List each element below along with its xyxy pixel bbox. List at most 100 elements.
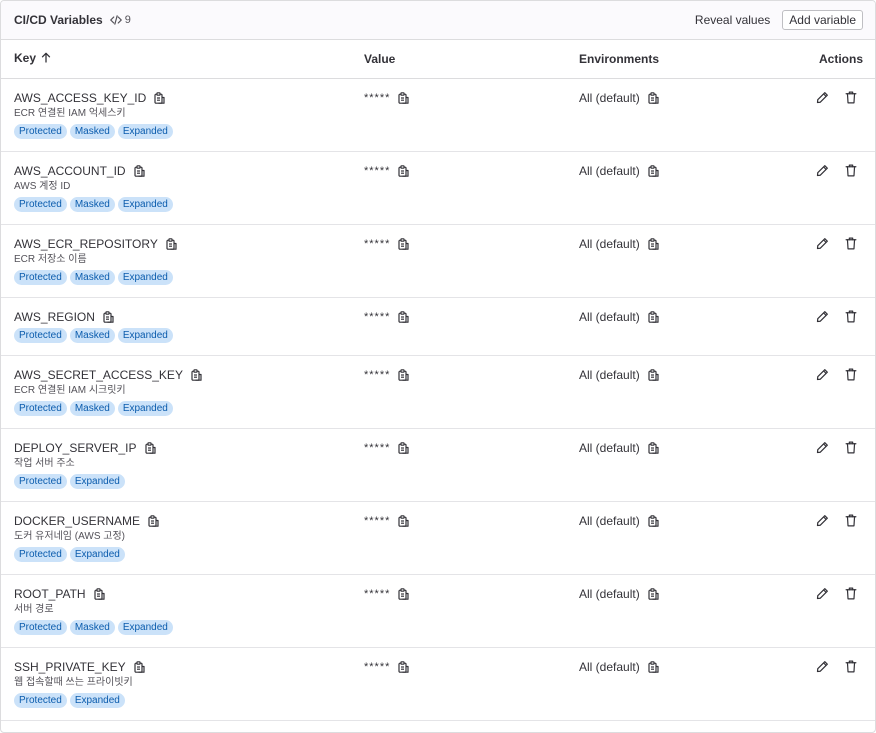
badge-expanded: Expanded xyxy=(117,400,173,416)
cell-value: ***** xyxy=(364,78,579,152)
copy-value-icon[interactable] xyxy=(398,587,410,600)
copy-environment-icon[interactable] xyxy=(648,237,659,250)
table-row: DOCKER_USERNAME 도커 유저네임 (AWS 고정) Protect… xyxy=(1,501,875,575)
add-variable-button[interactable]: Add variable xyxy=(782,10,863,30)
delete-trash-icon[interactable] xyxy=(843,309,859,325)
copy-key-icon[interactable] xyxy=(191,368,202,381)
badge-protected: Protected xyxy=(14,269,67,285)
delete-trash-icon[interactable] xyxy=(843,236,859,252)
delete-trash-icon[interactable] xyxy=(843,90,859,106)
badge-expanded: Expanded xyxy=(69,692,125,708)
column-header-key-label: Key xyxy=(14,51,37,66)
cell-value: ***** xyxy=(364,224,579,298)
cell-key: AWS_SECRET_ACCESS_KEY ECR 연결된 IAM 시크릿키 P… xyxy=(1,355,364,429)
environment-scope: All (default) xyxy=(579,659,640,674)
masked-value: ***** xyxy=(364,587,391,600)
cell-environment: All (default) xyxy=(579,78,779,152)
badge-expanded: Expanded xyxy=(117,196,173,212)
badge-masked: Masked xyxy=(69,327,115,343)
badge-protected: Protected xyxy=(14,473,67,489)
column-header-environments: Environments xyxy=(579,40,779,79)
edit-pencil-icon[interactable] xyxy=(814,309,830,325)
copy-key-icon[interactable] xyxy=(154,91,165,104)
table-row: SSH_PRIVATE_KEY 웹 접속할때 쓰는 프라이빗키 Protecte… xyxy=(1,647,875,721)
edit-pencil-icon[interactable] xyxy=(814,440,830,456)
reveal-values-button[interactable]: Reveal values xyxy=(689,10,776,30)
environment-scope: All (default) xyxy=(579,90,640,105)
environment-scope: All (default) xyxy=(579,586,640,601)
copy-environment-icon[interactable] xyxy=(648,91,659,104)
copy-value-icon[interactable] xyxy=(398,368,410,381)
variable-badges: Protected Expanded xyxy=(14,473,364,489)
copy-environment-icon[interactable] xyxy=(648,310,659,323)
badge-protected: Protected xyxy=(14,619,67,635)
badge-protected: Protected xyxy=(14,546,67,562)
table-row: ROOT_PATH 서버 경로 Protected Masked Expanded … xyxy=(1,574,875,648)
environment-scope: All (default) xyxy=(579,236,640,251)
delete-trash-icon[interactable] xyxy=(843,586,859,602)
badge-expanded: Expanded xyxy=(69,473,125,489)
variable-key: DEPLOY_SERVER_IP xyxy=(14,440,137,455)
environment-scope: All (default) xyxy=(579,513,640,528)
copy-value-icon[interactable] xyxy=(398,514,410,527)
badge-protected: Protected xyxy=(14,400,67,416)
delete-trash-icon[interactable] xyxy=(843,367,859,383)
delete-trash-icon[interactable] xyxy=(843,440,859,456)
copy-key-icon[interactable] xyxy=(93,587,105,600)
copy-key-icon[interactable] xyxy=(103,310,114,323)
variable-badges: Protected Masked Expanded xyxy=(14,400,364,416)
copy-environment-icon[interactable] xyxy=(648,587,659,600)
copy-environment-icon[interactable] xyxy=(648,660,659,673)
cell-key: ROOT_PATH 서버 경로 Protected Masked Expanded xyxy=(1,574,364,648)
copy-key-icon[interactable] xyxy=(144,441,156,454)
environment-scope: All (default) xyxy=(579,367,640,382)
copy-key-icon[interactable] xyxy=(133,164,145,177)
variable-description: ECR 연결된 IAM 시크릿키 xyxy=(14,384,126,396)
masked-value: ***** xyxy=(364,514,391,527)
cell-key: AWS_ECR_REPOSITORY ECR 저장소 이름 Protected M… xyxy=(1,224,364,298)
column-header-key[interactable]: Key xyxy=(1,40,364,79)
edit-pencil-icon[interactable] xyxy=(814,163,830,179)
column-header-actions: Actions xyxy=(779,40,875,79)
delete-trash-icon[interactable] xyxy=(843,659,859,675)
copy-value-icon[interactable] xyxy=(398,441,410,454)
copy-value-icon[interactable] xyxy=(398,310,410,323)
delete-trash-icon[interactable] xyxy=(843,163,859,179)
cell-value: ***** xyxy=(364,151,579,225)
badge-expanded: Expanded xyxy=(117,619,173,635)
cell-key: AWS_REGION Protected Masked Expanded xyxy=(1,297,364,356)
badge-expanded: Expanded xyxy=(117,123,173,139)
variable-badges: Protected Masked Expanded xyxy=(14,123,364,139)
edit-pencil-icon[interactable] xyxy=(814,236,830,252)
copy-key-icon[interactable] xyxy=(166,237,177,250)
cell-value: ***** xyxy=(364,574,579,648)
copy-value-icon[interactable] xyxy=(398,660,410,673)
cell-actions xyxy=(779,647,875,721)
copy-environment-icon[interactable] xyxy=(648,514,659,527)
delete-trash-icon[interactable] xyxy=(843,513,859,529)
edit-pencil-icon[interactable] xyxy=(814,659,830,675)
sort-ascending-icon xyxy=(41,52,51,66)
badge-protected: Protected xyxy=(14,692,67,708)
copy-value-icon[interactable] xyxy=(398,91,410,104)
copy-environment-icon[interactable] xyxy=(648,164,659,177)
edit-pencil-icon[interactable] xyxy=(814,367,830,383)
cell-environment: All (default) xyxy=(579,355,779,429)
copy-environment-icon[interactable] xyxy=(648,441,659,454)
variable-description: 서버 경로 xyxy=(14,603,54,615)
environment-scope: All (default) xyxy=(579,163,640,178)
edit-pencil-icon[interactable] xyxy=(814,90,830,106)
edit-pencil-icon[interactable] xyxy=(814,586,830,602)
cell-actions xyxy=(779,151,875,225)
copy-key-icon[interactable] xyxy=(134,660,145,673)
cell-actions xyxy=(779,297,875,356)
variable-description: AWS 계정 ID xyxy=(14,180,71,192)
masked-value: ***** xyxy=(364,660,391,673)
copy-environment-icon[interactable] xyxy=(648,368,659,381)
edit-pencil-icon[interactable] xyxy=(814,513,830,529)
masked-value: ***** xyxy=(364,91,391,104)
copy-value-icon[interactable] xyxy=(398,237,410,250)
copy-value-icon[interactable] xyxy=(398,164,410,177)
copy-key-icon[interactable] xyxy=(148,514,159,527)
variable-badges: Protected Expanded xyxy=(14,546,364,562)
